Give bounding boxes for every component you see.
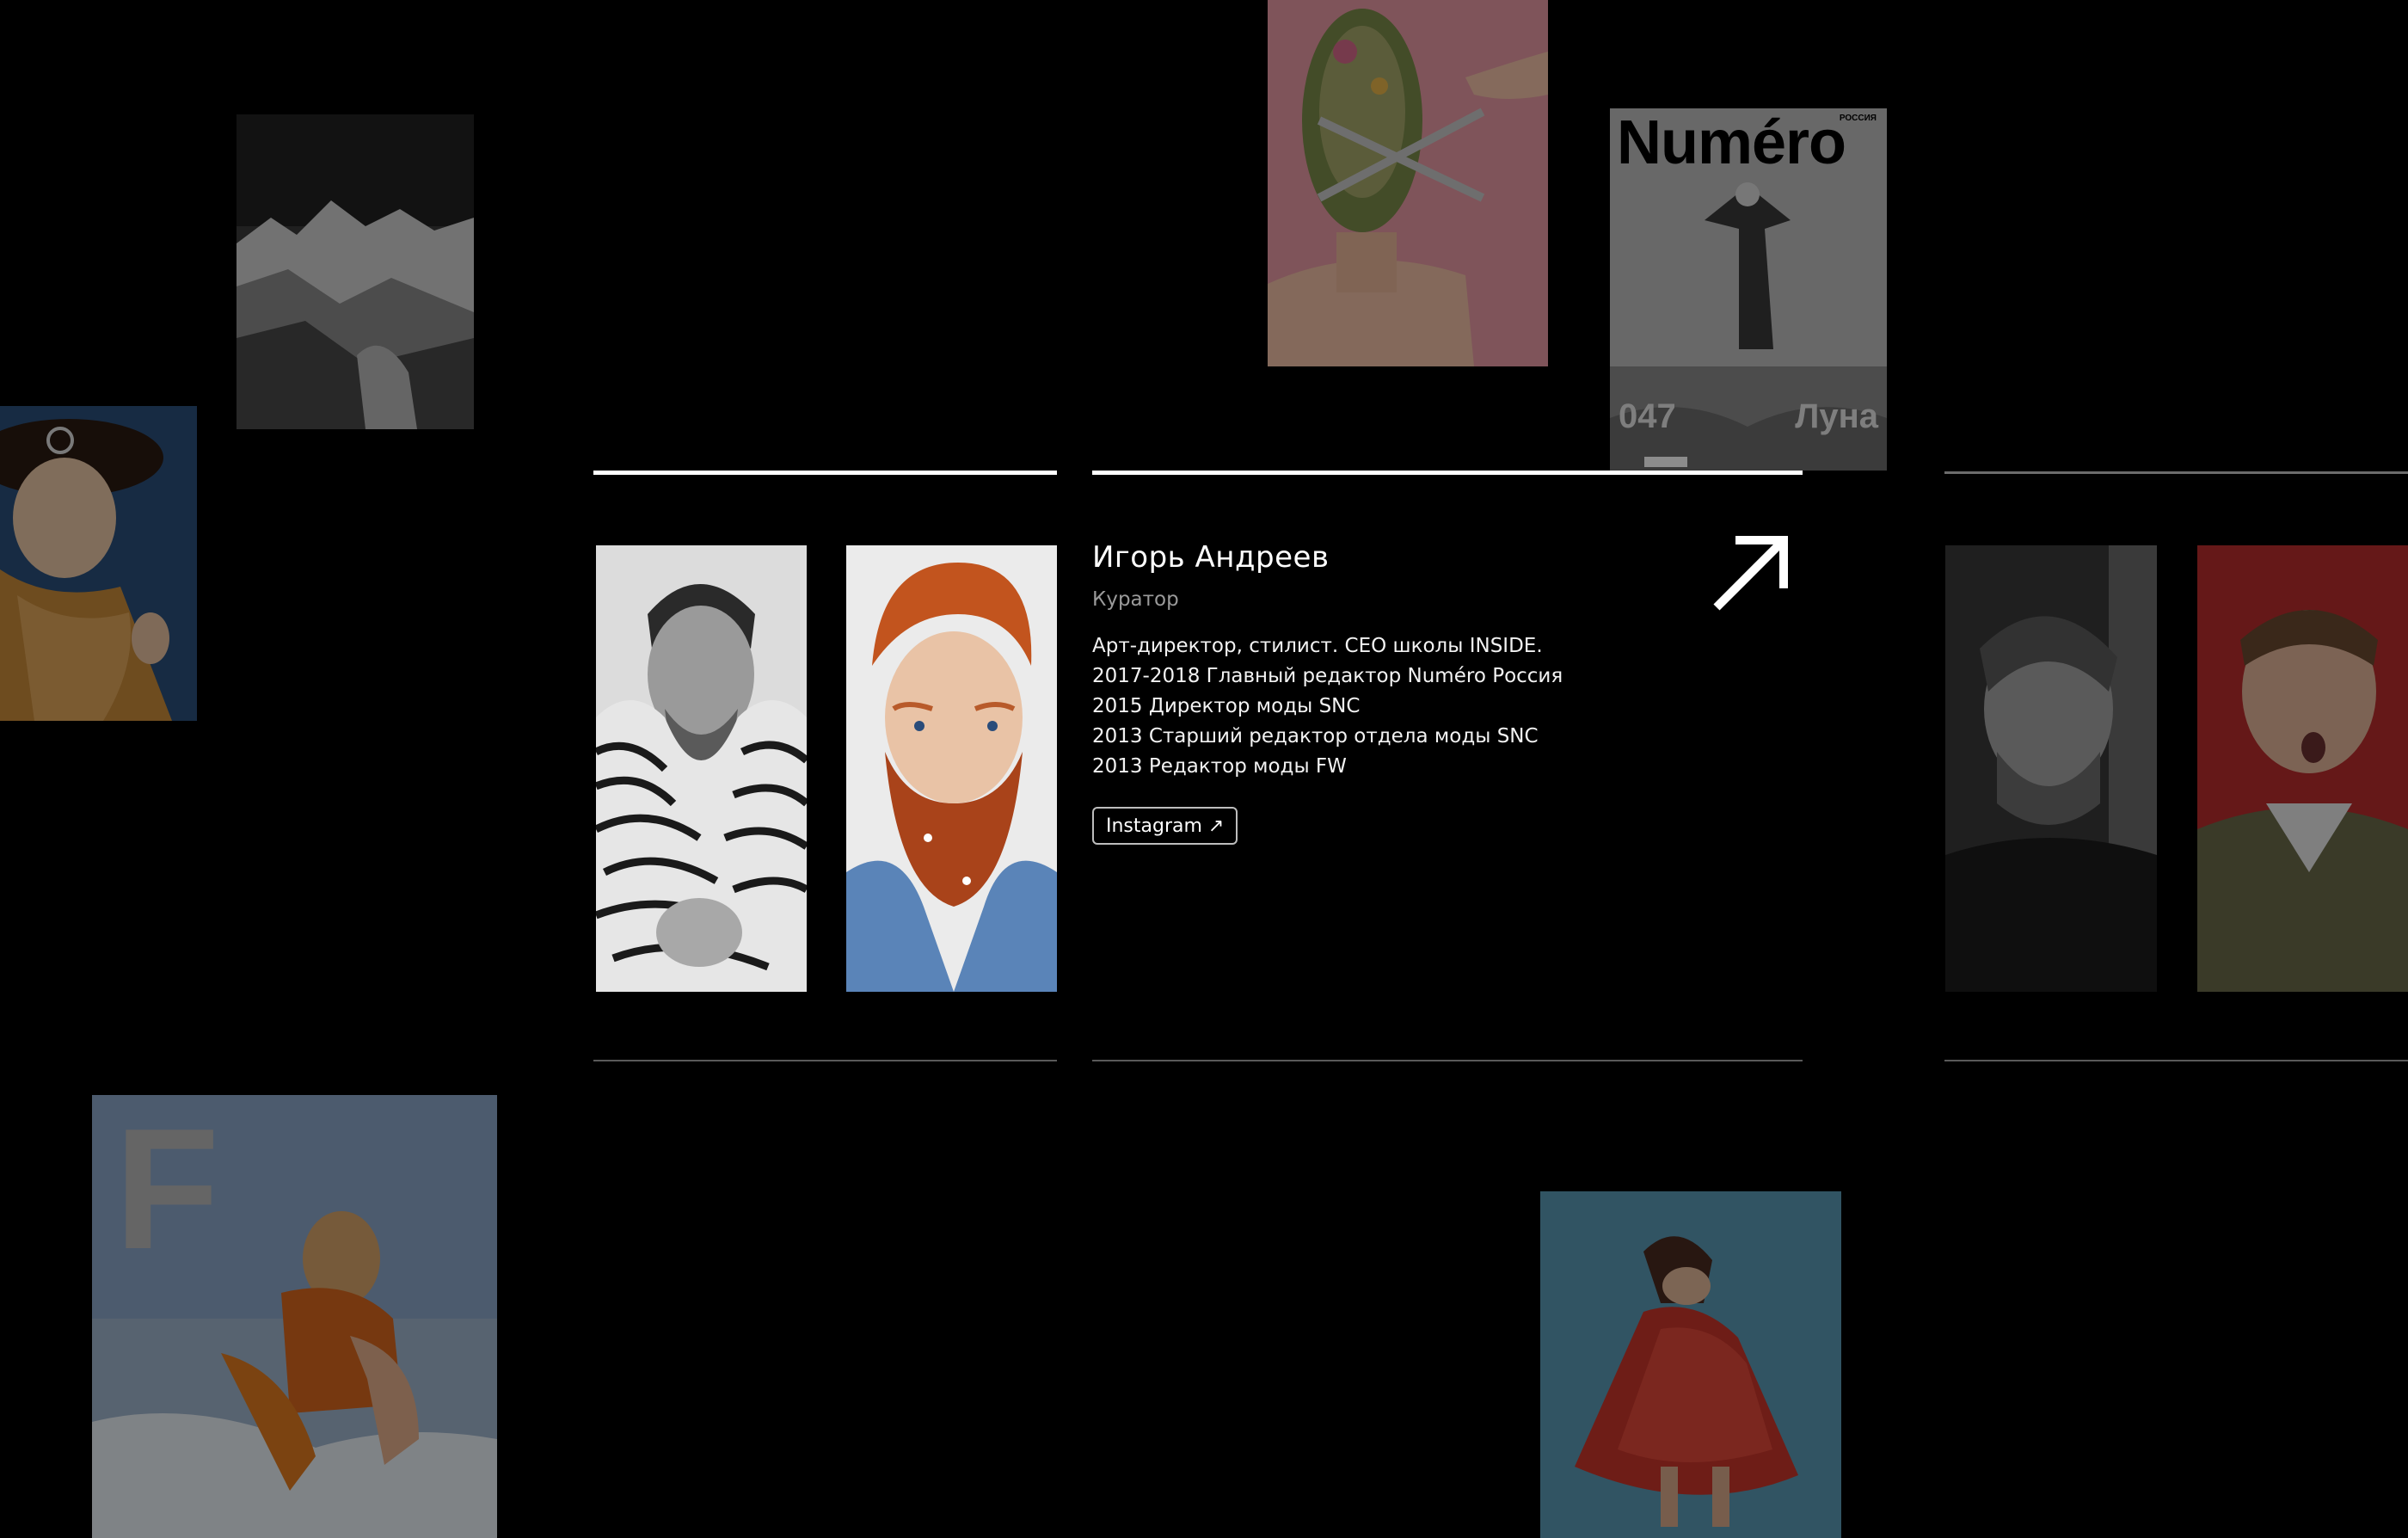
next-card-bottom-rule xyxy=(1944,1060,2408,1061)
next-curator-portrait-bw xyxy=(1945,545,2157,992)
next-curator-portrait-color xyxy=(2197,545,2408,992)
curator-role: Куратор xyxy=(1092,588,1179,611)
instagram-button[interactable]: Instagram ↗ xyxy=(1092,807,1238,845)
curators-gallery: Numéro РОССИЯ 047 Луна F Игорь Андреев К… xyxy=(0,0,2408,1538)
f-magazine-cover: F xyxy=(92,1095,497,1538)
flower-head-man-photo xyxy=(1268,0,1548,366)
f-magazine-letter: F xyxy=(114,1095,220,1285)
magazine-brand-title: Numéro xyxy=(1617,108,1846,177)
active-card-bottom-rule-left xyxy=(593,1060,1057,1061)
magazine-issue-number: 047 xyxy=(1619,397,1676,435)
arrow-up-right-icon xyxy=(1713,536,1788,611)
bio-line: 2017-2018 Главный редактор Numéro Россия xyxy=(1092,665,1563,687)
bio-line: 2015 Директор моды SNC xyxy=(1092,695,1361,717)
curator-name: Игорь Андреев xyxy=(1092,540,1330,575)
red-dress-woman-photo xyxy=(1540,1191,1841,1538)
active-card-bottom-rule-right xyxy=(1092,1060,1803,1061)
bio-line: 2013 Старший редактор отдела моды SNC xyxy=(1092,725,1539,747)
open-profile-link[interactable] xyxy=(1710,528,1796,614)
numero-magazine-cover: Numéro РОССИЯ 047 Луна xyxy=(1610,108,1887,471)
bio-line: 2013 Редактор моды FW xyxy=(1092,755,1347,778)
magazine-edition-label: РОССИЯ xyxy=(1839,114,1877,123)
next-card-top-rule xyxy=(1944,471,2408,474)
active-card-top-rule-right xyxy=(1092,471,1803,475)
woman-beret-photo xyxy=(0,406,197,721)
mountain-landscape-photo xyxy=(236,114,474,429)
curator-portrait-color xyxy=(846,545,1057,992)
active-card-top-rule-left xyxy=(593,471,1057,475)
bio-line: Арт-директор, стилист. CEO школы INSIDE. xyxy=(1092,635,1543,657)
curator-portrait-bw xyxy=(596,545,807,992)
magazine-issue-title: Луна xyxy=(1795,397,1878,435)
curator-bio-list: Арт-директор, стилист. CEO школы INSIDE.… xyxy=(1092,631,1563,782)
